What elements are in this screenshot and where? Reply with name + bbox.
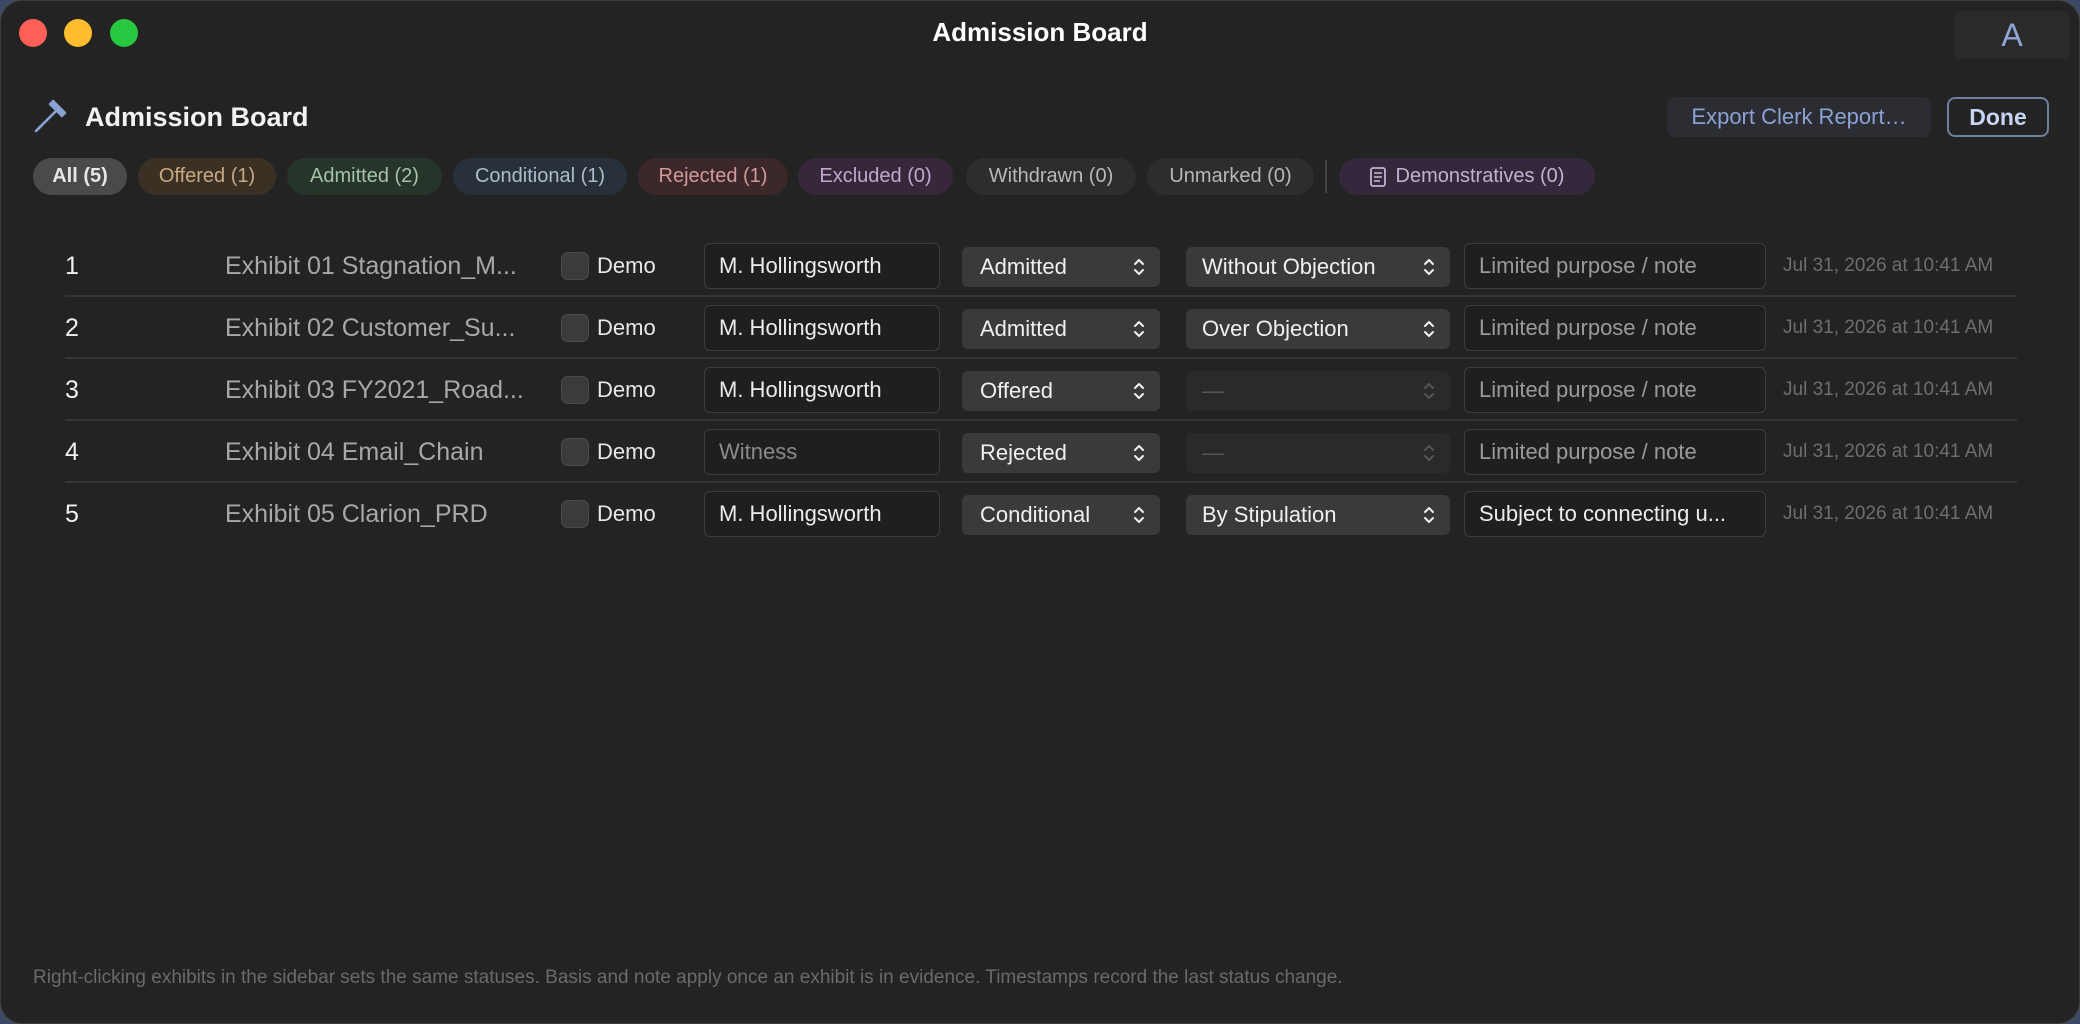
page-title: Admission Board [85, 102, 309, 132]
exhibit-number: 1 [65, 251, 79, 280]
gavel-icon [34, 99, 67, 133]
demo-label: Demo [597, 253, 656, 278]
basis-select[interactable]: By Stipulation [1186, 495, 1450, 535]
demo-checkbox[interactable] [561, 500, 589, 528]
footer-hint: Right-clicking exhibits in the sidebar s… [33, 967, 1343, 988]
status-value: Admitted [980, 316, 1067, 341]
status-value: Rejected [980, 440, 1067, 465]
filter-demonstratives-label: Demonstratives (0) [1395, 165, 1565, 187]
demo-checkbox[interactable] [561, 314, 589, 342]
witness-field[interactable]: M. Hollingsworth [704, 491, 940, 537]
note-field[interactable]: Subject to connecting u... [1464, 491, 1766, 537]
exhibit-name[interactable]: Exhibit 01 Stagnation_M... [225, 235, 545, 297]
status-value: Offered [980, 378, 1053, 403]
demo-label: Demo [597, 315, 656, 340]
status-select[interactable]: Conditional [962, 495, 1160, 535]
chevron-up-down-icon [1424, 259, 1434, 275]
status-timestamp: Jul 31, 2026 at 10:41 AM [1783, 441, 1994, 462]
witness-field[interactable]: M. Hollingsworth [704, 367, 940, 413]
exhibit-row: 2 Exhibit 02 Customer_Su... Demo M. Holl… [65, 297, 2017, 359]
status-timestamp: Jul 31, 2026 at 10:41 AM [1783, 255, 1994, 276]
filter-excluded[interactable]: Excluded (0) [798, 158, 953, 195]
note-field[interactable]: Limited purpose / note [1464, 243, 1766, 289]
basis-value: — [1202, 378, 1224, 403]
status-value: Admitted [980, 254, 1067, 279]
filter-admitted[interactable]: Admitted (2) [287, 158, 442, 195]
filter-unmarked[interactable]: Unmarked (0) [1147, 158, 1314, 195]
chevron-up-down-icon [1134, 383, 1144, 399]
basis-value: By Stipulation [1202, 502, 1337, 527]
chevron-up-down-icon [1134, 445, 1144, 461]
basis-select[interactable]: Over Objection [1186, 309, 1450, 349]
filter-rejected[interactable]: Rejected (1) [638, 158, 788, 195]
status-select[interactable]: Rejected [962, 433, 1160, 473]
status-timestamp: Jul 31, 2026 at 10:41 AM [1783, 379, 1994, 400]
chevron-up-down-icon [1134, 259, 1144, 275]
exhibit-name[interactable]: Exhibit 02 Customer_Su... [225, 297, 545, 359]
title-bar: Admission Board A [1, 1, 2079, 67]
filter-demonstratives[interactable]: Demonstratives (0) [1339, 158, 1595, 195]
exhibit-row: 4 Exhibit 04 Email_Chain Demo Witness Re… [65, 421, 2017, 483]
filter-offered[interactable]: Offered (1) [138, 158, 276, 195]
account-button[interactable]: A [1954, 11, 2070, 59]
exhibit-name[interactable]: Exhibit 04 Email_Chain [225, 421, 545, 483]
document-icon [1369, 166, 1386, 187]
exhibit-number: 3 [65, 375, 79, 404]
demo-label: Demo [597, 377, 656, 402]
status-value: Conditional [980, 502, 1091, 527]
basis-value: — [1202, 440, 1224, 465]
status-select[interactable]: Admitted [962, 247, 1160, 287]
exhibit-row: 5 Exhibit 05 Clarion_PRD Demo M. Holling… [65, 483, 2017, 545]
filter-conditional[interactable]: Conditional (1) [453, 158, 627, 195]
done-button[interactable]: Done [1947, 97, 2049, 137]
chevron-up-down-icon [1134, 507, 1144, 523]
exhibit-row: 1 Exhibit 01 Stagnation_M... Demo M. Hol… [65, 235, 2017, 297]
export-clerk-report-button[interactable]: Export Clerk Report… [1667, 97, 1931, 137]
demo-label: Demo [597, 501, 656, 526]
note-field[interactable]: Limited purpose / note [1464, 429, 1766, 475]
exhibit-number: 4 [65, 437, 79, 466]
chevron-up-down-icon [1424, 507, 1434, 523]
basis-value: Over Objection [1202, 316, 1349, 341]
status-timestamp: Jul 31, 2026 at 10:41 AM [1783, 503, 1994, 524]
chevron-up-down-icon [1424, 321, 1434, 337]
basis-value: Without Objection [1202, 254, 1376, 279]
chevron-up-down-icon [1424, 445, 1434, 461]
exhibit-number: 5 [65, 499, 79, 528]
basis-select[interactable]: — [1186, 433, 1450, 473]
demo-checkbox[interactable] [561, 438, 589, 466]
exhibit-row: 3 Exhibit 03 FY2021_Road... Demo M. Holl… [65, 359, 2017, 421]
basis-select[interactable]: Without Objection [1186, 247, 1450, 287]
status-select[interactable]: Offered [962, 371, 1160, 411]
witness-field[interactable]: Witness [704, 429, 940, 475]
status-timestamp: Jul 31, 2026 at 10:41 AM [1783, 317, 1994, 338]
exhibit-number: 2 [65, 313, 79, 342]
chevron-up-down-icon [1424, 383, 1434, 399]
window-title: Admission Board [932, 17, 1148, 47]
note-field[interactable]: Limited purpose / note [1464, 367, 1766, 413]
demo-checkbox[interactable] [561, 376, 589, 404]
filter-divider [1325, 160, 1327, 193]
status-select[interactable]: Admitted [962, 309, 1160, 349]
witness-field[interactable]: M. Hollingsworth [704, 243, 940, 289]
witness-field[interactable]: M. Hollingsworth [704, 305, 940, 351]
demo-checkbox[interactable] [561, 252, 589, 280]
note-field[interactable]: Limited purpose / note [1464, 305, 1766, 351]
exhibit-name[interactable]: Exhibit 05 Clarion_PRD [225, 483, 545, 545]
admission-board-window: Admission Board A Admission Board Export… [0, 0, 2080, 1024]
demo-label: Demo [597, 439, 656, 464]
filter-withdrawn[interactable]: Withdrawn (0) [966, 158, 1136, 195]
basis-select[interactable]: — [1186, 371, 1450, 411]
exhibit-name[interactable]: Exhibit 03 FY2021_Road... [225, 359, 545, 421]
chevron-up-down-icon [1134, 321, 1144, 337]
filter-all[interactable]: All (5) [33, 158, 127, 195]
